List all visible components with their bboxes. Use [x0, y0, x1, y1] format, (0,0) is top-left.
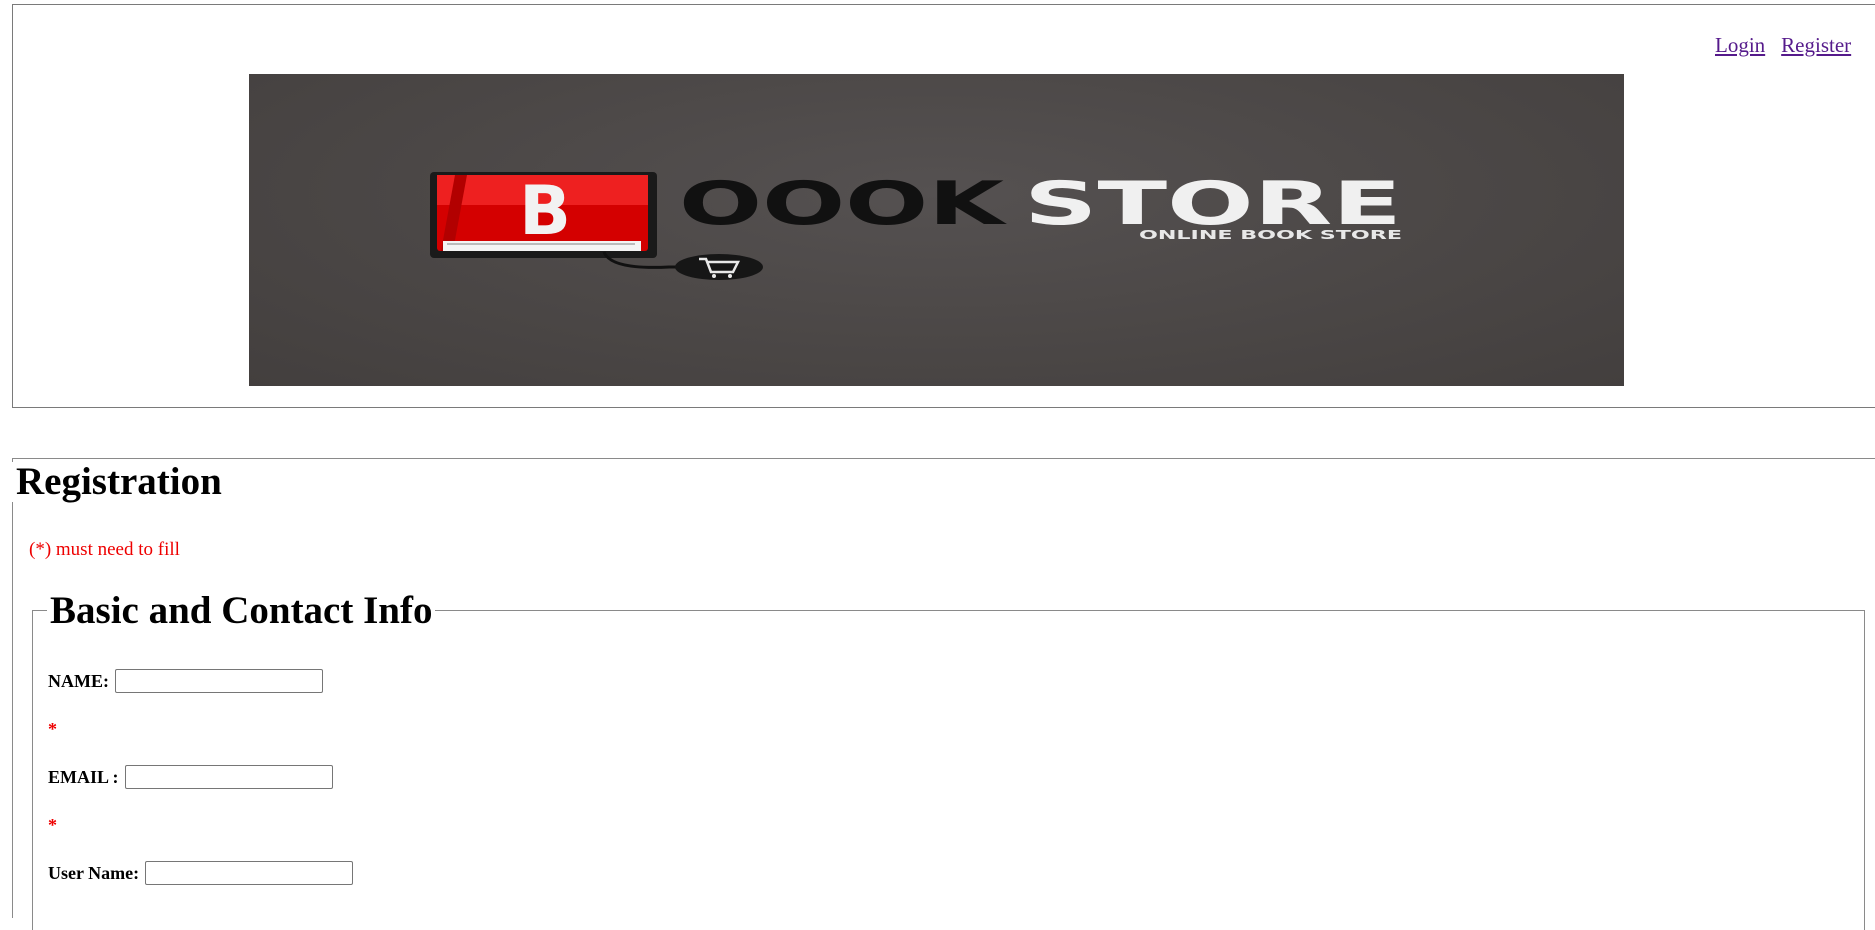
- name-label: NAME:: [48, 670, 109, 691]
- registration-title: Registration: [12, 462, 226, 502]
- username-row: User Name:: [48, 861, 354, 885]
- top-nav: Login Register: [1715, 33, 1875, 58]
- brand-dark-text: OOOK: [679, 169, 1008, 239]
- email-label: EMAIL :: [48, 766, 119, 787]
- logo-letter: B: [519, 172, 571, 251]
- login-link[interactable]: Login: [1715, 33, 1765, 57]
- username-input[interactable]: [145, 861, 354, 885]
- email-input[interactable]: [124, 765, 333, 789]
- brand-tagline: ONLINE BOOK STORE: [1139, 228, 1402, 242]
- name-input[interactable]: [115, 669, 323, 693]
- basic-info-title: Basic and Contact Info: [47, 591, 436, 631]
- name-required-mark: *: [48, 719, 57, 739]
- username-label: User Name:: [48, 862, 140, 883]
- email-row: EMAIL :: [48, 765, 333, 789]
- cart-icon: [675, 254, 763, 280]
- bookstore-banner: B OOOK STORE ONLINE BOOK STORE: [249, 74, 1624, 386]
- email-required-mark: *: [48, 815, 57, 835]
- required-note: (*) must need to fill: [29, 539, 180, 560]
- register-link[interactable]: Register: [1781, 33, 1851, 57]
- name-row: NAME:: [48, 669, 323, 693]
- bookstore-logo: B OOOK STORE ONLINE BOOK STORE: [430, 169, 1402, 280]
